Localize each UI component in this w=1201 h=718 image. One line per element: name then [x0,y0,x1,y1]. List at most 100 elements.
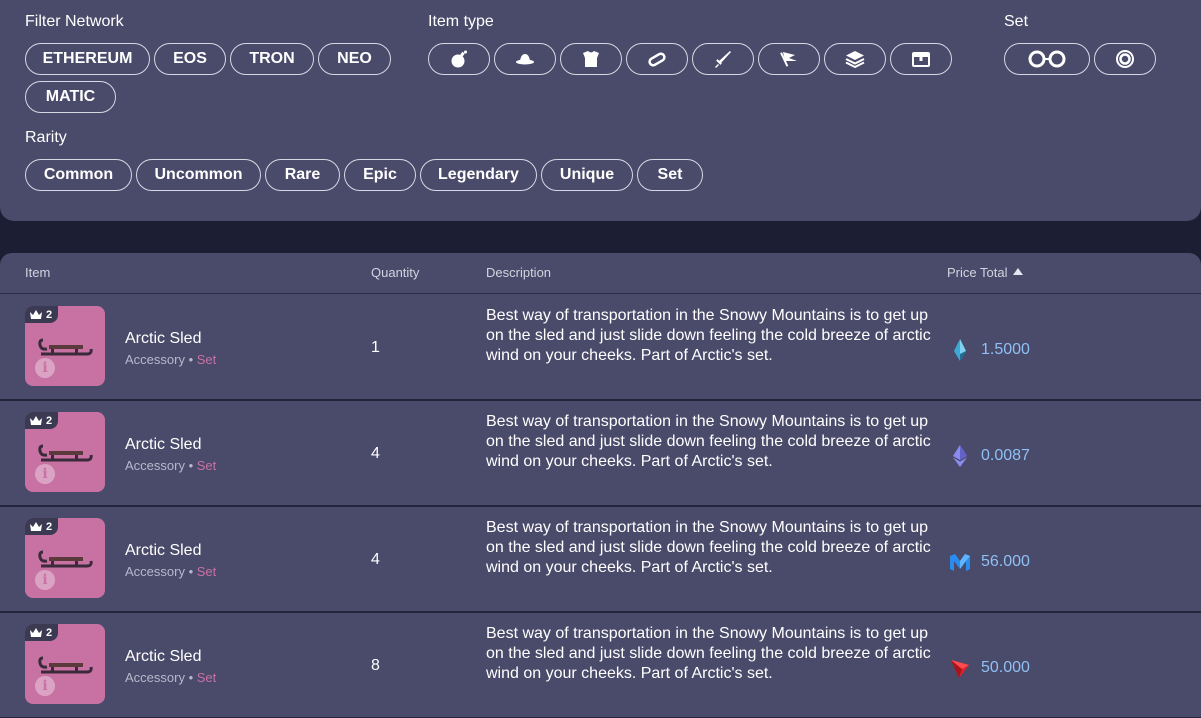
item-quantity: 4 [371,445,380,462]
rarity-chip-unique[interactable]: Unique [541,159,633,191]
header-price-total[interactable]: Price Total [947,265,1024,280]
info-icon[interactable]: i [35,676,55,696]
item-set-tag: Set [196,352,217,367]
level-badge: 2 [25,624,59,641]
item-type-label: Item type [428,13,494,30]
rarity-chip-common[interactable]: Common [25,159,132,191]
bomb-icon [451,50,467,68]
item-type-flag[interactable] [758,43,820,75]
header-item[interactable]: Item [25,265,50,280]
crown-icon [30,310,42,319]
network-chip-eos[interactable]: EOS [154,43,226,75]
rarity-chip-rare[interactable]: Rare [265,159,340,191]
level-badge-value: 2 [46,414,53,427]
network-chip-tron[interactable]: TRON [230,43,314,75]
item-category: Accessory • Set [125,352,216,367]
level-badge: 2 [25,518,59,535]
item-thumbnail[interactable]: 2 i [25,518,105,598]
set-goggles[interactable] [1004,43,1090,75]
item-type-text: Accessory • [125,564,197,579]
target-ring-icon [1116,50,1134,68]
price-value: 0.0087 [981,447,1030,464]
table-header: Item Quantity Description Price Total [0,253,1201,294]
layers-icon [845,51,865,69]
rarity-label: Rarity [25,129,67,146]
network-chip-ethereum[interactable]: ETHEREUM [25,43,150,75]
item-type-layers[interactable] [824,43,886,75]
rarity-chip-legendary[interactable]: Legendary [420,159,537,191]
item-price: 56.000 [948,550,1030,574]
filter-panel: Filter Network ETHEREUM EOS TRON NEO MAT… [0,0,1201,221]
info-icon[interactable]: i [35,464,55,484]
item-name[interactable]: Arctic Sled [125,436,201,454]
goggles-icon [1028,50,1066,68]
item-type-text: Accessory • [125,670,197,685]
header-quantity[interactable]: Quantity [371,265,419,280]
item-name[interactable]: Arctic Sled [125,542,201,560]
item-category: Accessory • Set [125,458,216,473]
item-price: 50.000 [948,656,1030,680]
sort-ascending-icon[interactable] [1013,268,1024,275]
info-icon[interactable]: i [35,358,55,378]
flag-icon [780,52,797,67]
eos-icon [954,339,966,361]
price-value: 50.000 [981,659,1030,676]
table-row[interactable]: 2 i Arctic Sled Accessory • Set 4 Best w… [0,506,1201,613]
item-price: 0.0087 [948,444,1030,468]
tron-icon [951,660,969,678]
table-row[interactable]: 2 i Arctic Sled Accessory • Set 8 Best w… [0,612,1201,718]
item-set-tag: Set [196,670,217,685]
level-badge-value: 2 [46,308,53,321]
item-description: Best way of transportation in the Snowy … [486,413,931,470]
sword-icon [715,51,731,68]
rarity-chip-epic[interactable]: Epic [344,159,416,191]
item-type-sword[interactable] [692,43,754,75]
item-type-chest[interactable] [890,43,952,75]
network-chip-neo[interactable]: NEO [318,43,391,75]
filter-network-label: Filter Network [25,13,124,30]
item-set-tag: Set [196,564,217,579]
item-category: Accessory • Set [125,670,216,685]
item-type-armor[interactable] [560,43,622,75]
items-table: Item Quantity Description Price Total 2 … [0,253,1201,718]
header-price-total-label: Price Total [947,265,1008,280]
level-badge-value: 2 [46,520,53,533]
armor-icon [583,51,599,67]
chest-icon [912,52,930,67]
item-type-text: Accessory • [125,352,197,367]
matic-icon [950,554,970,571]
item-thumbnail[interactable]: 2 i [25,624,105,704]
rarity-chip-uncommon[interactable]: Uncommon [136,159,261,191]
item-type-hat[interactable] [494,43,556,75]
price-value: 1.5000 [981,341,1030,358]
header-description[interactable]: Description [486,265,551,280]
table-row[interactable]: 2 i Arctic Sled Accessory • Set 1 Best w… [0,294,1201,401]
item-name[interactable]: Arctic Sled [125,330,201,348]
item-set-tag: Set [196,458,217,473]
hat-icon [516,54,534,65]
ring-icon [648,52,666,67]
rarity-chip-set[interactable]: Set [637,159,703,191]
table-row[interactable]: 2 i Arctic Sled Accessory • Set 4 Best w… [0,400,1201,507]
crown-icon [30,628,42,637]
ethereum-icon [953,445,967,467]
item-type-ring[interactable] [626,43,688,75]
item-description: Best way of transportation in the Snowy … [486,307,931,364]
info-icon[interactable]: i [35,570,55,590]
item-thumbnail[interactable]: 2 i [25,306,105,386]
crown-icon [30,522,42,531]
level-badge: 2 [25,412,59,429]
item-price: 1.5000 [948,338,1030,362]
level-badge-value: 2 [46,626,53,639]
item-quantity: 4 [371,551,380,568]
set-target-ring[interactable] [1094,43,1156,75]
network-chip-matic[interactable]: MATIC [25,81,116,113]
item-quantity: 8 [371,657,380,674]
crown-icon [30,416,42,425]
item-type-bomb[interactable] [428,43,490,75]
price-value: 56.000 [981,553,1030,570]
item-description: Best way of transportation in the Snowy … [486,625,931,682]
item-thumbnail[interactable]: 2 i [25,412,105,492]
item-description: Best way of transportation in the Snowy … [486,519,931,576]
item-name[interactable]: Arctic Sled [125,648,201,666]
